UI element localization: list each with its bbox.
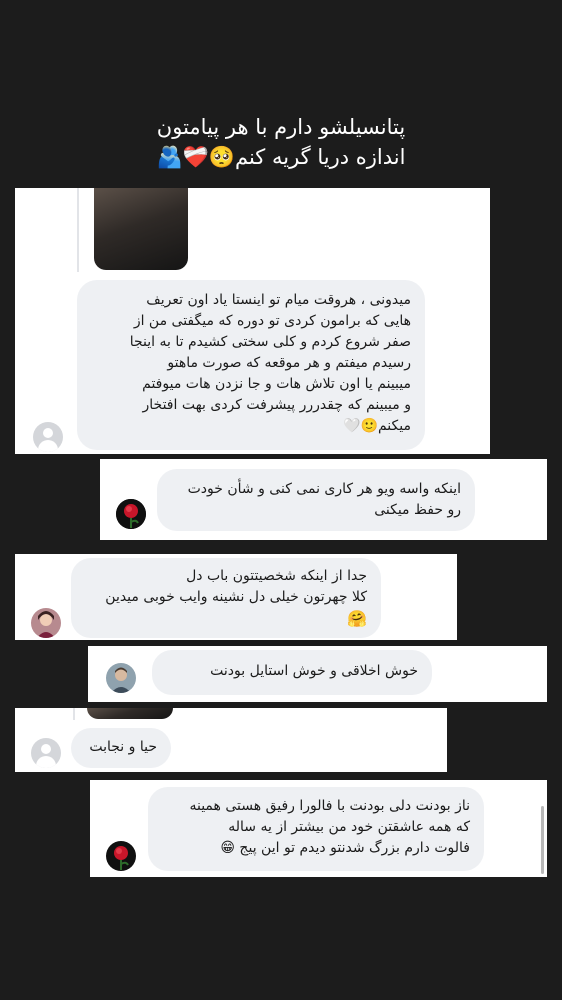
comment-text-line: کلا چهرتون خیلی دل نشینه وایب خوبی میدین bbox=[105, 589, 367, 605]
rose-avatar[interactable] bbox=[116, 499, 146, 529]
comment-card-5: حیا و نجابت bbox=[15, 708, 447, 772]
comment-text-line: ناز بودنت دلی بودنت با فالورا رفیق هستی … bbox=[189, 798, 470, 814]
comment-text-line: صفر شروع کردم و کلی سختی کشیدم تا به این… bbox=[129, 334, 411, 350]
comment-text-line: میدونی ، هروقت میام تو اینستا یاد اون تع… bbox=[146, 292, 411, 308]
reply-photo-thumbnail[interactable] bbox=[94, 188, 188, 270]
comment-text-line: و میبینم که چقدررر پیشرفت کردی بهت افتخا… bbox=[142, 397, 412, 413]
comment-text-line: اینکه واسه ویو هر کاری نمی کنی و شأن خود… bbox=[187, 481, 461, 497]
rose-icon bbox=[106, 841, 136, 871]
comment-text-line: رسیدم میفتم و هر موقعه که صورت ماهتو bbox=[167, 355, 411, 371]
comment-text-line: جدا از اینکه شخصیتتون باب دل bbox=[186, 568, 367, 584]
comment-bubble: خوش اخلاقی و خوش استایل بودنت bbox=[152, 650, 432, 695]
girl-photo-icon bbox=[31, 608, 61, 638]
caption-line-2: اندازه دریا گریه کنم🥺❤️‍🩹🫂 bbox=[156, 145, 406, 169]
comment-text-line: هایی که برامون کردی تو دوره که میگفتی من… bbox=[133, 313, 411, 329]
thread-line bbox=[73, 708, 75, 720]
girl-avatar[interactable] bbox=[31, 608, 61, 638]
rose-icon bbox=[116, 499, 146, 529]
caption-line-1: پتانسیلشو دارم با هر پیامتون bbox=[156, 115, 406, 139]
comment-card-3: جدا از اینکه شخصیتتون باب دل کلا چهرتون … bbox=[15, 554, 457, 640]
comment-text-line: رو حفظ میکنی bbox=[374, 502, 461, 518]
comment-bubble: جدا از اینکه شخصیتتون باب دل کلا چهرتون … bbox=[71, 558, 381, 638]
story-caption: پتانسیلشو دارم با هر پیامتون اندازه دریا… bbox=[0, 112, 562, 172]
comment-card-6: ناز بودنت دلی بودنت با فالورا رفیق هستی … bbox=[90, 780, 547, 877]
comment-text-line: خوش اخلاقی و خوش استایل بودنت bbox=[210, 663, 418, 679]
comment-card-4: خوش اخلاقی و خوش استایل بودنت bbox=[88, 646, 547, 702]
comment-bubble: میدونی ، هروقت میام تو اینستا یاد اون تع… bbox=[77, 280, 425, 450]
placeholder-avatar[interactable] bbox=[31, 738, 61, 768]
man-avatar[interactable] bbox=[106, 663, 136, 693]
comment-card-2: اینکه واسه ویو هر کاری نمی کنی و شأن خود… bbox=[100, 459, 547, 540]
comment-bubble: حیا و نجابت bbox=[71, 728, 171, 768]
comment-text-line: میبینم یا اون تلاش هات و جا نزدن هات میو… bbox=[142, 376, 411, 392]
comment-text-line: حیا و نجابت bbox=[89, 739, 157, 755]
comment-text-line: میکنم🙂🤍 bbox=[343, 418, 411, 434]
rose-avatar[interactable] bbox=[106, 841, 136, 871]
comment-text-line: که همه عاشقتن خود من بیشتر از یه ساله bbox=[228, 819, 470, 835]
man-photo-icon bbox=[106, 663, 136, 693]
comment-text-line: فالوت دارم بزرگ شدنتو دیدم تو این پیج 😁 bbox=[220, 840, 470, 856]
scrollbar[interactable] bbox=[541, 806, 544, 874]
thread-line bbox=[77, 188, 79, 272]
hugging-emoji: 🤗 bbox=[347, 609, 367, 628]
placeholder-avatar[interactable] bbox=[33, 422, 63, 452]
comment-bubble: اینکه واسه ویو هر کاری نمی کنی و شأن خود… bbox=[157, 469, 475, 531]
reply-photo-thumbnail[interactable] bbox=[87, 708, 173, 719]
comment-card-1: میدونی ، هروقت میام تو اینستا یاد اون تع… bbox=[15, 188, 490, 454]
comment-bubble: ناز بودنت دلی بودنت با فالورا رفیق هستی … bbox=[148, 787, 484, 871]
